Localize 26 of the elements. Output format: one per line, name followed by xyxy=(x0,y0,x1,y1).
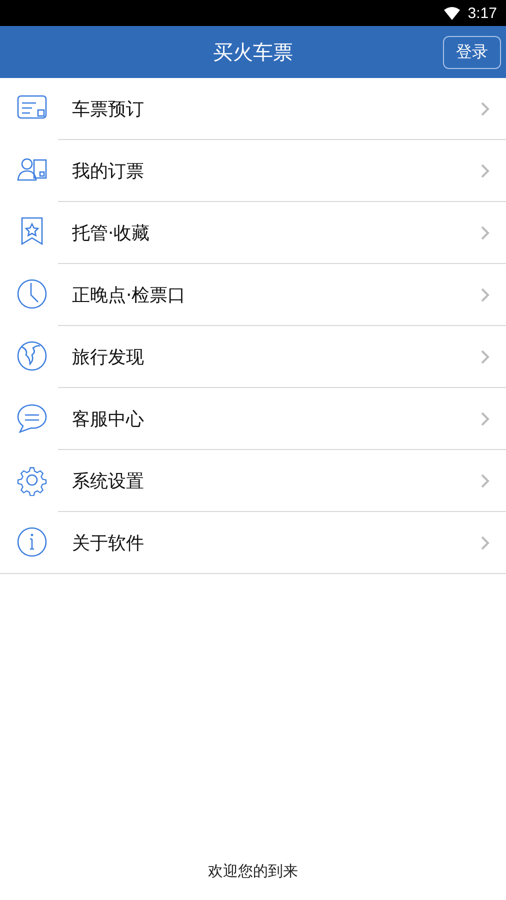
chevron-icon xyxy=(481,412,490,426)
chevron-icon xyxy=(481,474,490,488)
menu-item[interactable]: 客服中心 xyxy=(58,388,506,450)
menu-item[interactable]: 托管·收藏 xyxy=(58,202,506,264)
chevron-icon xyxy=(481,226,490,240)
settings-icon xyxy=(16,464,48,496)
wifi-icon xyxy=(444,6,460,20)
chat-bubble-icon xyxy=(16,402,48,434)
chevron-icon xyxy=(481,288,490,302)
globe-icon xyxy=(16,340,48,372)
app-title: 买火车票 xyxy=(213,38,293,66)
welcome-text: 欢迎您的到来 xyxy=(208,862,298,881)
info-icon xyxy=(16,526,48,558)
login-button[interactable]: 登录 xyxy=(443,36,501,69)
menu-item[interactable]: 正晚点·检票口 xyxy=(58,264,506,326)
status-time: 3:17 xyxy=(468,4,497,22)
menu-item[interactable]: 系统设置 xyxy=(58,450,506,512)
menu-item[interactable]: 关于软件 xyxy=(0,512,506,574)
chevron-icon xyxy=(481,350,490,364)
menu-item[interactable]: 车票预订 xyxy=(58,78,506,140)
menu-item[interactable]: 旅行发现 xyxy=(58,326,506,388)
clock-icon xyxy=(16,278,48,310)
chevron-icon xyxy=(481,102,490,116)
chevron-icon xyxy=(481,536,490,550)
menu-item[interactable]: 我的订票 xyxy=(58,140,506,202)
chevron-icon xyxy=(481,164,490,178)
